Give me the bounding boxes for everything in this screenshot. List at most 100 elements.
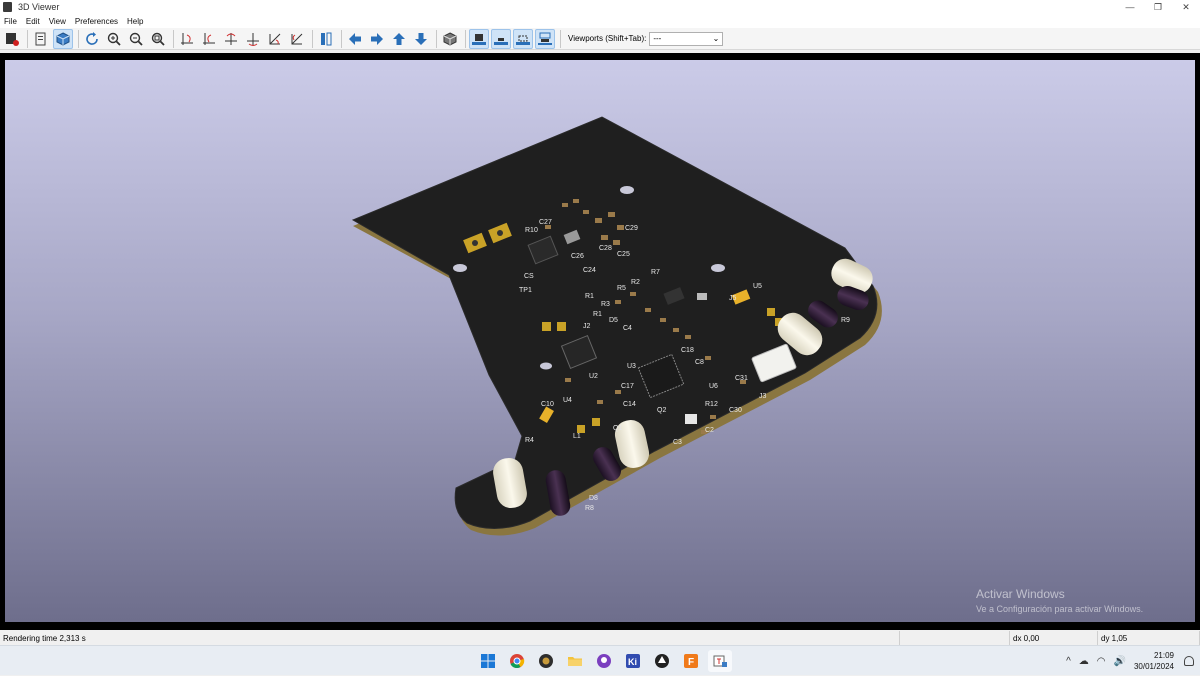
restore-button[interactable]: ❐ — [1144, 0, 1172, 14]
github-icon[interactable] — [592, 650, 616, 672]
status-bar: Rendering time 2,313 s dx 0,00 dy 1,05 — [0, 631, 1200, 645]
zoom-fit-icon[interactable] — [148, 29, 168, 49]
wifi-icon[interactable]: ◠ — [1097, 656, 1106, 667]
close-button[interactable]: ✕ — [1172, 0, 1200, 14]
toolbar-separator — [173, 29, 174, 48]
kicad-icon[interactable]: Ki — [621, 650, 645, 672]
toolbar-separator — [341, 29, 342, 48]
silk-label: U6 — [709, 383, 718, 390]
silk-label: R8 — [585, 505, 594, 512]
volume-icon[interactable]: 🔊 — [1114, 656, 1126, 667]
inkscape-icon[interactable] — [650, 650, 674, 672]
silk-label: Q2 — [657, 407, 666, 414]
viewports-select[interactable]: --- ⌄ — [649, 31, 724, 46]
rotate-z-cw-icon[interactable] — [265, 29, 285, 49]
pcb-3d-render: TP1 CS C27 R10 C26 C28 C29 C24 C25 R1 R3… — [351, 116, 882, 536]
show-not-in-posfile-icon[interactable] — [535, 28, 555, 49]
clock-time: 21:09 — [1153, 651, 1174, 660]
copy-image-icon[interactable] — [31, 29, 51, 49]
silk-label: R4 — [525, 437, 534, 444]
svg-text:F: F — [688, 657, 694, 668]
zoom-in-icon[interactable] — [104, 29, 124, 49]
silk-label: C27 — [539, 219, 552, 226]
silk-label: C8 — [695, 359, 704, 366]
zoom-out-icon[interactable] — [126, 29, 146, 49]
silk-label: R9 — [841, 317, 850, 324]
kicad-3d-viewer-icon[interactable] — [708, 650, 732, 672]
silk-label: J3 — [759, 393, 767, 400]
test-pad — [767, 308, 775, 316]
silk-label: Q1 — [613, 425, 622, 432]
silk-label: U4 — [563, 397, 572, 404]
rotate-z-ccw-icon[interactable] — [287, 29, 307, 49]
toolbar-separator — [560, 29, 561, 48]
viewport-frame: TP1 CS C27 R10 C26 C28 C29 C24 C25 R1 R3… — [0, 53, 1200, 630]
menu-help[interactable]: Help — [127, 17, 143, 26]
silk-label: C2 — [705, 427, 714, 434]
crystal-component — [685, 414, 697, 424]
pan-left-icon[interactable] — [345, 29, 365, 49]
silk-label: R12 — [705, 401, 718, 408]
watermark-subtitle: Ve a Configuración para activar Windows. — [976, 604, 1144, 614]
chrome-icon[interactable] — [505, 650, 529, 672]
fusion-icon[interactable]: F — [679, 650, 703, 672]
silk-label: D8 — [589, 495, 598, 502]
silk-label: C4 — [623, 325, 632, 332]
pan-down-icon[interactable] — [411, 29, 431, 49]
pan-up-icon[interactable] — [389, 29, 409, 49]
show-virtual-icon[interactable] — [513, 28, 533, 49]
viewports-select-value: --- — [653, 34, 662, 43]
show-tht-icon[interactable] — [469, 28, 489, 49]
toolbar-separator — [312, 29, 313, 48]
render-options-icon[interactable] — [2, 29, 22, 49]
activation-watermark: Activar Windows Ve a Configuración para … — [976, 587, 1143, 614]
rotate-y-ccw-icon[interactable] — [243, 29, 263, 49]
flip-board-icon[interactable] — [316, 29, 336, 49]
menu-edit[interactable]: Edit — [26, 17, 40, 26]
rotate-x-cw-icon[interactable] — [177, 29, 197, 49]
toolbar-separator — [436, 29, 437, 48]
silk-label: U5 — [753, 283, 762, 290]
mounting-hole — [620, 186, 634, 194]
test-pad — [577, 425, 585, 433]
onedrive-icon[interactable]: ☁ — [1079, 656, 1089, 667]
menu-view[interactable]: View — [49, 17, 66, 26]
silk-label: C30 — [729, 407, 742, 414]
silk-label: U3 — [627, 363, 636, 370]
silk-label: CS — [524, 273, 534, 280]
svg-text:Ki: Ki — [628, 657, 637, 667]
menu-bar: File Edit View Preferences Help — [0, 14, 1200, 28]
chevron-up-icon[interactable]: ^ — [1066, 656, 1071, 667]
rotate-x-ccw-icon[interactable] — [199, 29, 219, 49]
status-render-time: Rendering time 2,313 s — [0, 631, 900, 645]
silk-label: C31 — [735, 375, 748, 382]
window-title: 3D Viewer — [18, 2, 60, 12]
silk-label: R7 — [651, 269, 660, 276]
silk-label: J2 — [583, 323, 591, 330]
silk-label: C10 — [541, 401, 554, 408]
clock[interactable]: 21:09 30/01/2024 — [1134, 650, 1174, 672]
window-controls: — ❐ ✕ — [1116, 0, 1200, 14]
silk-label: R10 — [525, 227, 538, 234]
mounting-hole — [540, 362, 552, 370]
menu-preferences[interactable]: Preferences — [75, 17, 118, 26]
ortho-toggle-icon[interactable] — [440, 29, 460, 49]
notification-bell-icon[interactable] — [1184, 656, 1194, 666]
pan-right-icon[interactable] — [367, 29, 387, 49]
windows-start-icon[interactable] — [476, 650, 500, 672]
taskbar-apps: Ki F — [476, 650, 737, 672]
rotate-y-cw-icon[interactable] — [221, 29, 241, 49]
raytrace-toggle-icon[interactable] — [53, 28, 73, 49]
camera-app-icon[interactable] — [534, 650, 558, 672]
minimize-button[interactable]: — — [1116, 0, 1144, 14]
menu-file[interactable]: File — [4, 17, 17, 26]
silk-label: J5 — [729, 295, 737, 302]
reload-icon[interactable] — [82, 29, 102, 49]
toolbar-separator — [27, 29, 28, 48]
file-explorer-icon[interactable] — [563, 650, 587, 672]
windows-taskbar: Ki F ^ ☁ ◠ 🔊 21:09 30/01/2024 — [0, 645, 1200, 675]
silk-label: C18 — [681, 347, 694, 354]
silk-label: C3 — [673, 439, 682, 446]
show-smd-icon[interactable] — [491, 28, 511, 49]
3d-viewport[interactable]: TP1 CS C27 R10 C26 C28 C29 C24 C25 R1 R3… — [5, 60, 1195, 622]
